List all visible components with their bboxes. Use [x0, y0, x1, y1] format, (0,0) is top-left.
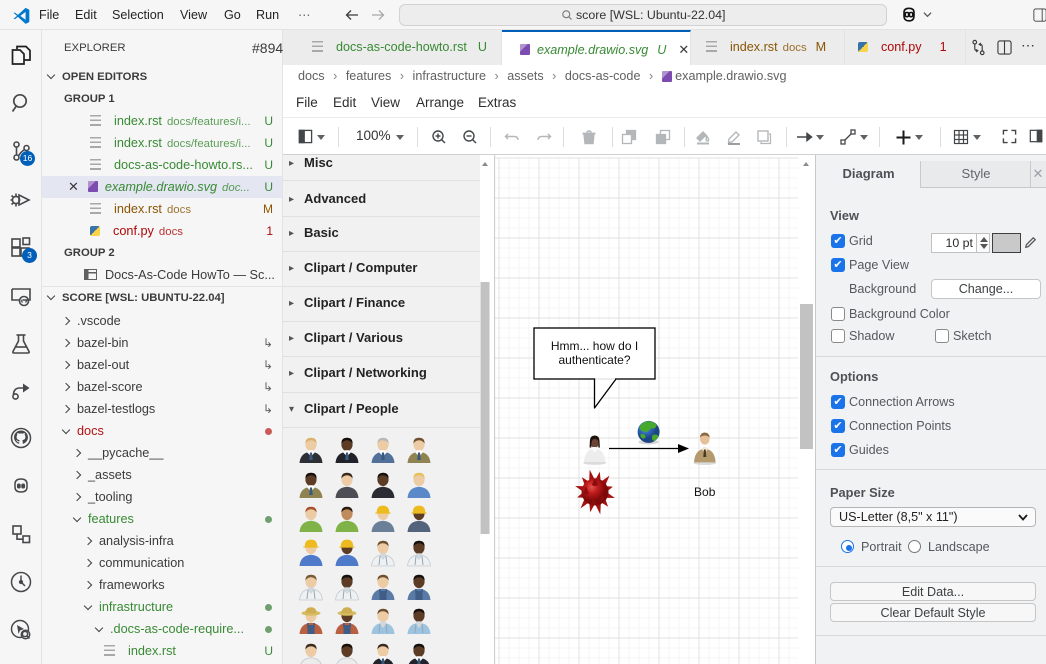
svg-text:Hmm... how do I: Hmm... how do I: [551, 339, 638, 353]
svg-text:authenticate?: authenticate?: [558, 353, 630, 367]
svg-text:Bob: Bob: [694, 485, 716, 499]
